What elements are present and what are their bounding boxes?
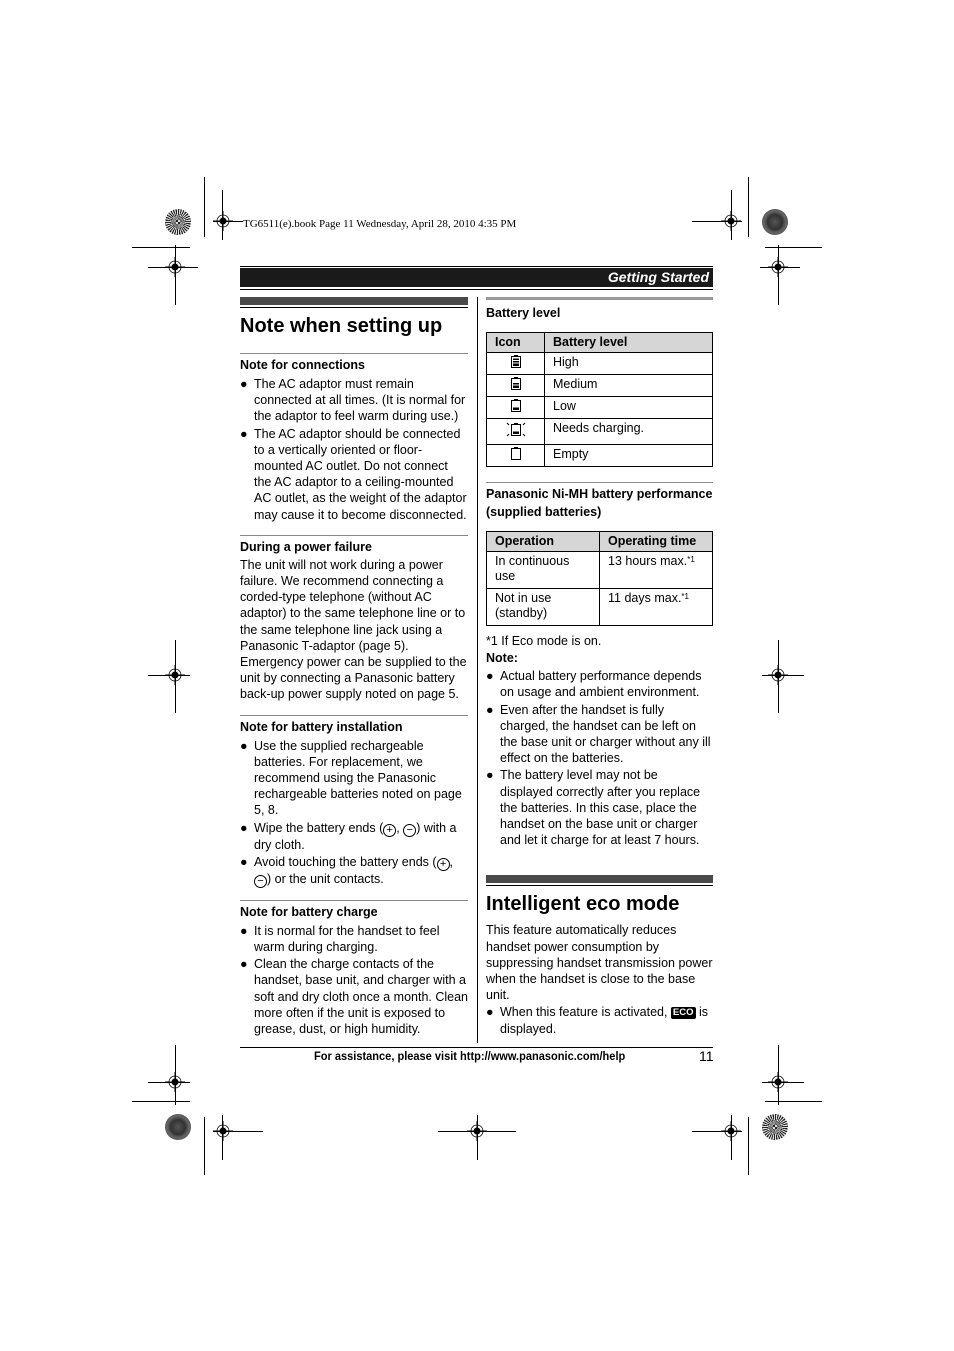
bullet-icon: ● <box>486 768 494 783</box>
list-item: ● It is normal for the handset to feel wa… <box>240 923 440 955</box>
power-failure-text: The unit will not work during a power fa… <box>240 557 467 702</box>
bullet-icon: ● <box>240 854 248 869</box>
page-title: Note when setting up <box>240 315 443 337</box>
table-row: Not in use (standby) 11 days max.*1 <box>486 588 713 626</box>
battery-empty-icon <box>510 447 521 460</box>
bullet-icon: ● <box>240 820 248 835</box>
battery-installation-list: ● Use the supplied rechargeable batteries… <box>240 738 468 888</box>
column-header: Operation <box>486 531 600 552</box>
battery-high-icon <box>510 355 521 368</box>
column-divider <box>477 297 478 1043</box>
table-row: High <box>486 352 713 375</box>
page-number: 11 <box>699 1048 714 1064</box>
bullet-icon: ● <box>240 426 248 441</box>
section-header: Getting Started <box>240 268 713 287</box>
eco-text: This feature automatically reduces hands… <box>486 923 713 1003</box>
crop-line <box>204 177 205 237</box>
left-column: Note when setting up Note for connection… <box>240 297 468 1038</box>
column-header: Icon <box>486 332 545 353</box>
table-row: In continuous use 13 hours max.*1 <box>486 551 713 589</box>
bullet-icon: ● <box>486 669 494 684</box>
list-item: ● The AC adaptor must remain connected at… <box>240 377 466 424</box>
registration-disc-icon <box>165 1114 191 1140</box>
bullet-icon: ● <box>240 923 248 938</box>
eco-list: ● When this feature is activated, ECO is … <box>486 1004 713 1036</box>
right-column: Battery level Icon Battery level High Me… <box>486 297 713 1038</box>
battery-charge-list: ● It is normal for the handset to feel wa… <box>240 923 468 1037</box>
list-item: ● Wipe the battery ends (+, −) with a dry… <box>240 820 457 852</box>
plus-terminal-icon: + <box>436 857 450 871</box>
footnote: *1 If Eco mode is on. <box>486 634 602 648</box>
assistance-text: For assistance, please visit http://www.… <box>314 1049 626 1063</box>
bullet-icon: ● <box>240 377 248 391</box>
heading-battery-level: Battery level <box>486 306 561 320</box>
registration-disc-icon <box>762 1114 788 1140</box>
print-info: TG6511(e).book Page 11 Wednesday, April … <box>243 218 517 230</box>
list-item: ● Clean the charge contacts of the handse… <box>240 957 469 1037</box>
column-header: Battery level <box>544 332 713 353</box>
battery-medium-icon <box>510 377 521 390</box>
bullet-icon: ● <box>486 702 494 717</box>
note-label: Note: <box>486 651 518 666</box>
list-item: ● The AC adaptor should be connected to a… <box>240 426 467 522</box>
bullet-icon: ● <box>240 738 248 753</box>
eco-badge-icon: ECO <box>670 1007 696 1020</box>
heading-battery-charge: Note for battery charge <box>240 904 378 919</box>
heading-power-failure: During a power failure <box>240 539 372 554</box>
registration-disc-icon <box>165 209 191 235</box>
section-rule <box>486 297 713 300</box>
header-rule <box>240 266 713 267</box>
bullet-icon: ● <box>486 1005 494 1020</box>
list-item: ● Use the supplied rechargeable batteries… <box>240 738 462 818</box>
table-row: Empty <box>486 444 713 467</box>
plus-terminal-icon: + <box>383 823 397 837</box>
list-item: ● The battery level may not be displayed … <box>486 768 701 848</box>
table-row: Low <box>486 396 713 419</box>
battery-needs-charging-icon <box>506 422 525 437</box>
heading-battery-installation: Note for battery installation <box>240 719 403 734</box>
registration-disc-icon <box>762 209 788 235</box>
table-row: Medium <box>486 374 713 397</box>
section-bar <box>240 297 468 305</box>
heading-connections: Note for connections <box>240 358 366 372</box>
battery-level-table: Icon Battery level High Medium Low Needs… <box>486 332 713 467</box>
table-row: Needs charging. <box>486 418 713 445</box>
list-item: ● Actual battery performance depends on u… <box>486 669 702 700</box>
eco-title: Intelligent eco mode <box>486 893 680 916</box>
heading-performance: Panasonic Ni-MH battery performance (sup… <box>486 487 713 519</box>
header-rule <box>240 289 713 290</box>
performance-table: Operation Operating time In continuous u… <box>486 531 713 626</box>
minus-terminal-icon: − <box>403 823 417 837</box>
bullet-icon: ● <box>240 957 248 972</box>
column-header: Operating time <box>599 531 713 552</box>
note-list: ● Actual battery performance depends on u… <box>486 668 713 848</box>
list-item: ● Even after the handset is fully charged… <box>486 702 711 766</box>
footer-rule <box>240 1047 713 1048</box>
section-bar <box>486 875 713 884</box>
battery-low-icon <box>510 399 521 412</box>
connections-list: ● The AC adaptor must remain connected at… <box>240 376 468 523</box>
minus-terminal-icon: − <box>254 874 267 888</box>
list-item: ● Avoid touching the battery ends (+, −) … <box>240 854 454 888</box>
list-item: ● When this feature is activated, ECO is … <box>486 1005 709 1036</box>
